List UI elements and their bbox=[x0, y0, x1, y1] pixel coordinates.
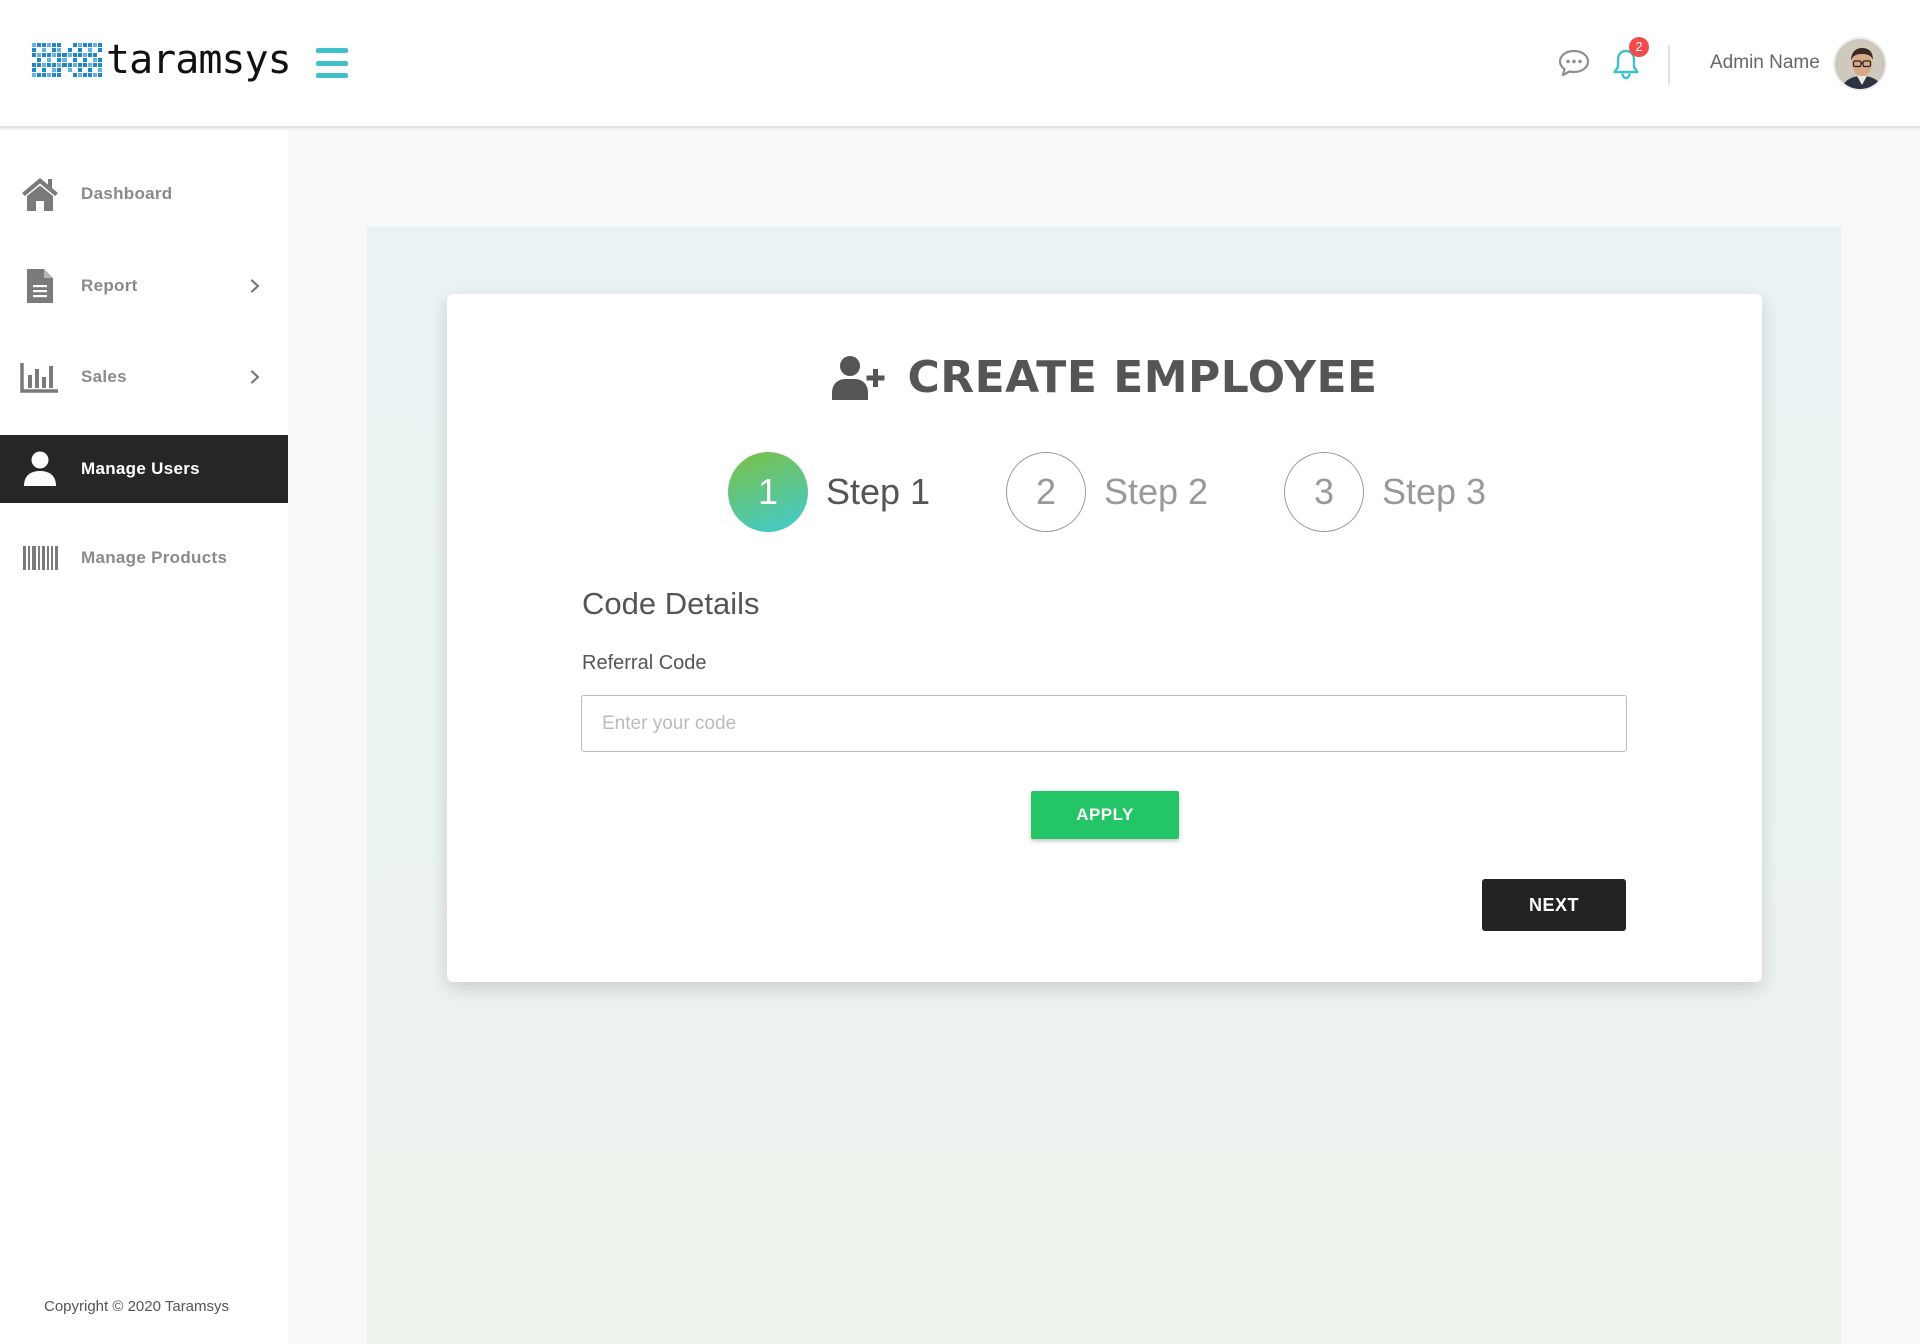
admin-name[interactable]: Admin Name bbox=[1710, 52, 1820, 74]
step-1[interactable]: 1 Step 1 bbox=[728, 452, 930, 532]
sidebar-item-label: Manage Products bbox=[81, 548, 228, 567]
step-number: 2 bbox=[1006, 452, 1086, 532]
step-3[interactable]: 3 Step 3 bbox=[1284, 452, 1486, 532]
step-label: Step 3 bbox=[1382, 471, 1487, 512]
sidebar-item-label: Sales bbox=[81, 367, 127, 386]
document-icon bbox=[20, 266, 60, 306]
home-icon bbox=[20, 174, 60, 214]
step-label: Step 2 bbox=[1104, 471, 1209, 512]
copyright: Copyright © 2020 Taramsys bbox=[44, 1298, 230, 1315]
page-title-text: CREATE EMPLOYEE bbox=[907, 352, 1378, 403]
step-number: 1 bbox=[728, 452, 808, 532]
sidebar: Dashboard Report Sales Manage Users Mana… bbox=[0, 130, 288, 1344]
chat-icon[interactable] bbox=[1558, 49, 1590, 77]
referral-code-input[interactable] bbox=[581, 695, 1627, 752]
avatar-image bbox=[1835, 39, 1885, 89]
chevron-right-icon bbox=[250, 279, 260, 293]
section-title: Code Details bbox=[582, 586, 760, 621]
header-divider bbox=[1668, 45, 1670, 85]
next-button[interactable]: NEXT bbox=[1482, 879, 1626, 931]
user-plus-icon bbox=[832, 355, 885, 400]
step-label: Step 1 bbox=[826, 471, 931, 512]
sidebar-item-label: Report bbox=[81, 276, 138, 295]
sidebar-item-manage-users[interactable]: Manage Users bbox=[0, 435, 288, 503]
logo-text: taramsys bbox=[106, 37, 292, 83]
sidebar-item-dashboard[interactable]: Dashboard bbox=[0, 160, 288, 228]
logo-mark-icon bbox=[32, 43, 102, 77]
notification-badge: 2 bbox=[1629, 37, 1649, 57]
create-employee-card: CREATE EMPLOYEE 1 Step 1 2 Step 2 3 Step… bbox=[447, 294, 1762, 982]
sidebar-item-label: Manage Users bbox=[81, 459, 200, 478]
sidebar-item-label: Dashboard bbox=[81, 184, 173, 203]
sidebar-item-manage-products[interactable]: Manage Products bbox=[0, 524, 288, 592]
bar-chart-icon bbox=[20, 357, 60, 397]
hamburger-icon[interactable] bbox=[316, 48, 348, 78]
barcode-icon bbox=[20, 538, 60, 578]
top-header: taramsys 2 Admin Name bbox=[0, 0, 1920, 128]
sidebar-item-report[interactable]: Report bbox=[0, 252, 288, 320]
logo[interactable]: taramsys bbox=[32, 37, 292, 83]
referral-code-label: Referral Code bbox=[582, 652, 707, 674]
sidebar-item-sales[interactable]: Sales bbox=[0, 343, 288, 411]
user-icon bbox=[20, 449, 60, 489]
page-title: CREATE EMPLOYEE bbox=[447, 352, 1762, 403]
avatar[interactable] bbox=[1833, 37, 1887, 91]
chevron-right-icon bbox=[250, 370, 260, 384]
step-2[interactable]: 2 Step 2 bbox=[1006, 452, 1208, 532]
step-number: 3 bbox=[1284, 452, 1364, 532]
apply-button[interactable]: APPLY bbox=[1031, 791, 1179, 839]
